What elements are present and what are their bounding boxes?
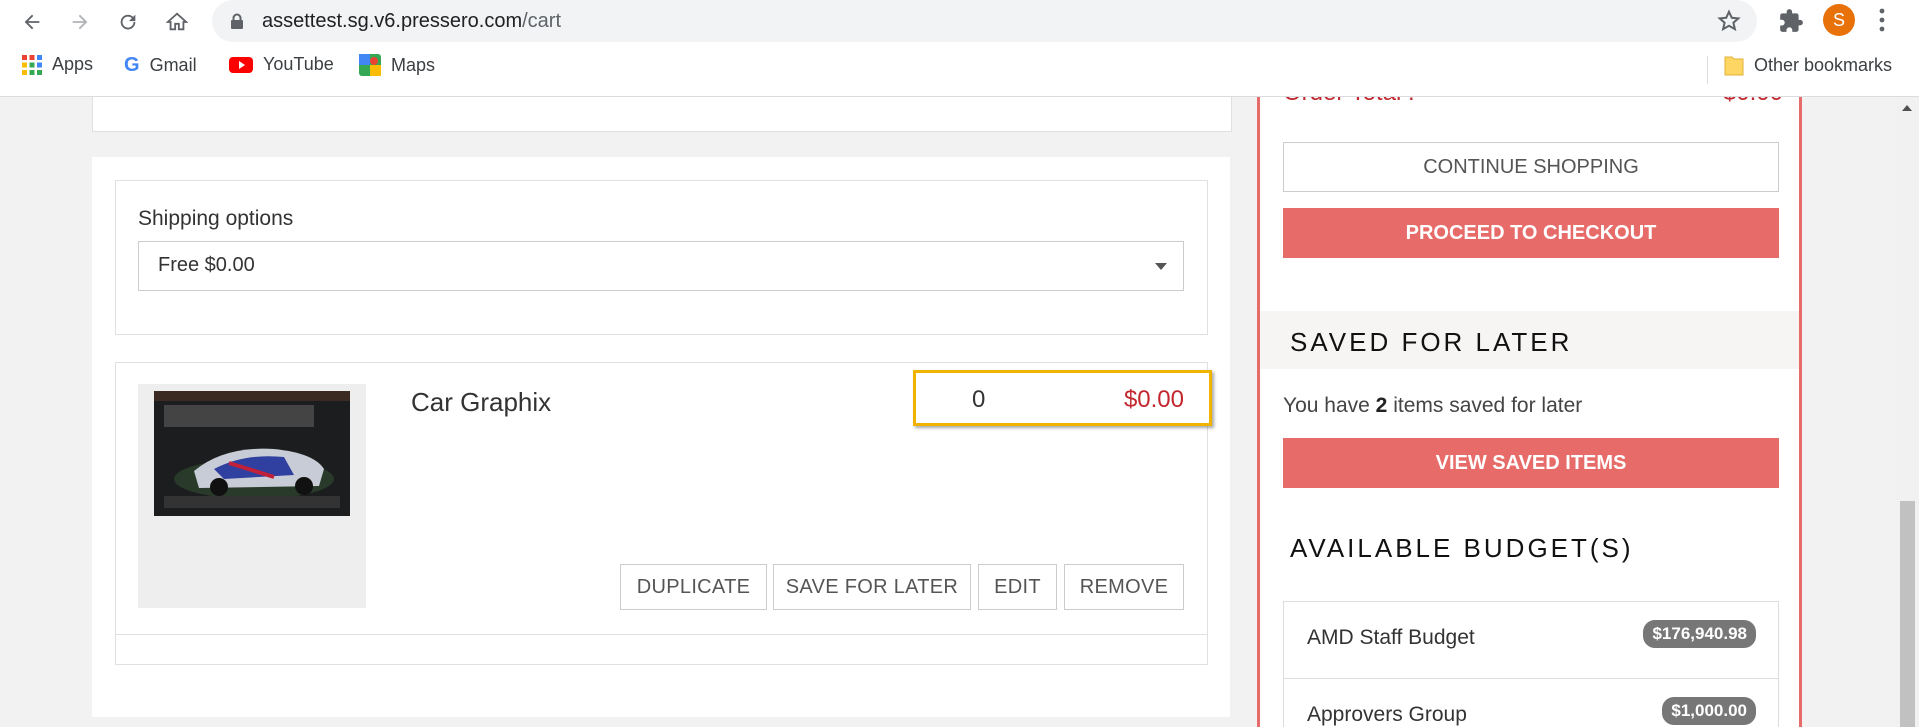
budget-name: Approvers Group — [1307, 703, 1467, 726]
product-thumbnail-frame — [138, 384, 366, 608]
budget-row[interactable]: Approvers Group $1,000.00 — [1284, 679, 1778, 727]
save-for-later-button[interactable]: SAVE FOR LATER — [773, 564, 971, 610]
item-quantity: 0 — [972, 386, 986, 413]
order-total: Order Total : $0.00 — [1283, 97, 1783, 107]
bookmark-star-icon[interactable] — [1717, 9, 1741, 38]
edit-button[interactable]: EDIT — [978, 564, 1057, 610]
page-scrollbar[interactable] — [1896, 97, 1919, 727]
bookmark-other[interactable]: Other bookmarks — [1724, 54, 1892, 76]
bookmark-label: Gmail — [149, 55, 197, 75]
saved-for-later-header: SAVED FOR LATER — [1260, 311, 1799, 369]
duplicate-button[interactable]: DUPLICATE — [620, 564, 767, 610]
bookmark-youtube[interactable]: YouTube — [229, 54, 334, 75]
bookmarks-divider — [1707, 56, 1708, 84]
url-path: /cart — [522, 10, 562, 32]
saved-text-pre: You have — [1283, 394, 1370, 417]
product-name[interactable]: Car Graphix — [411, 387, 551, 418]
reload-icon[interactable] — [112, 6, 144, 38]
bookmark-gmail[interactable]: G Gmail — [124, 54, 197, 77]
item-price: $0.00 — [1123, 386, 1184, 413]
cart-item-footer — [115, 634, 1208, 665]
browser-toolbar: assettest.sg.v6.pressero.com/cart S Apps… — [0, 0, 1919, 97]
saved-count: 2 — [1375, 394, 1388, 417]
extensions-icon[interactable] — [1778, 8, 1804, 39]
quantity-price-box: 0 $0.00 — [913, 370, 1212, 426]
budget-row[interactable]: AMD Staff Budget $176,940.98 — [1284, 602, 1778, 679]
budget-name: AMD Staff Budget — [1307, 626, 1475, 649]
folder-icon — [1724, 56, 1744, 76]
bookmark-maps[interactable]: Maps — [359, 54, 435, 76]
dropdown-caret-icon — [1155, 263, 1167, 270]
youtube-icon — [229, 56, 253, 73]
shipping-options-label: Shipping options — [138, 207, 294, 230]
order-total-label: Order Total : — [1283, 97, 1415, 106]
bookmark-label: Other bookmarks — [1754, 54, 1893, 75]
budget-amount-badge: $1,000.00 — [1662, 697, 1756, 725]
apps-grid-icon — [22, 54, 42, 75]
proceed-to-checkout-button[interactable]: PROCEED TO CHECKOUT — [1283, 208, 1779, 258]
google-g-icon: G — [124, 54, 140, 76]
view-saved-items-button[interactable]: VIEW SAVED ITEMS — [1283, 438, 1779, 488]
order-sidebar: Order Total : $0.00 CONTINUE SHOPPING PR… — [1257, 97, 1802, 727]
maps-icon — [359, 54, 381, 76]
back-icon[interactable] — [16, 6, 48, 38]
scrollbar-thumb[interactable] — [1900, 501, 1915, 727]
forward-icon[interactable] — [64, 6, 96, 38]
budget-amount-badge: $176,940.98 — [1643, 620, 1756, 648]
shipping-options-select[interactable]: Free $0.00 — [138, 241, 1184, 291]
continue-shopping-button[interactable]: CONTINUE SHOPPING — [1283, 142, 1779, 192]
bookmark-label: Maps — [391, 54, 436, 75]
address-bar[interactable]: assettest.sg.v6.pressero.com/cart — [212, 0, 1757, 42]
product-thumbnail[interactable] — [154, 391, 350, 516]
bookmark-apps[interactable]: Apps — [22, 54, 93, 75]
remove-button[interactable]: REMOVE — [1064, 564, 1184, 610]
url-text: assettest.sg.v6.pressero.com/cart — [262, 10, 561, 33]
more-menu-icon[interactable] — [1878, 6, 1886, 39]
page-content: Shipping options Free $0.00 Car Graphix … — [0, 97, 1896, 727]
cart-summary-card — [92, 97, 1232, 132]
order-total-value: $0.00 — [1723, 97, 1783, 107]
shipping-selected-value: Free $0.00 — [158, 254, 255, 276]
home-icon[interactable] — [161, 6, 193, 38]
saved-for-later-title: SAVED FOR LATER — [1290, 327, 1573, 357]
lock-icon — [230, 13, 244, 34]
profile-avatar[interactable]: S — [1823, 4, 1855, 36]
budget-list: AMD Staff Budget $176,940.98 Approvers G… — [1283, 601, 1779, 727]
bookmark-label: YouTube — [263, 54, 334, 74]
saved-text-post: items saved for later — [1393, 394, 1583, 417]
saved-items-text: You have 2 items saved for later — [1283, 394, 1582, 418]
scroll-up-arrow-icon[interactable] — [1902, 105, 1912, 111]
url-host: assettest.sg.v6.pressero.com — [262, 10, 523, 32]
bookmark-label: Apps — [52, 54, 94, 74]
available-budgets-title: AVAILABLE BUDGET(S) — [1290, 533, 1634, 563]
